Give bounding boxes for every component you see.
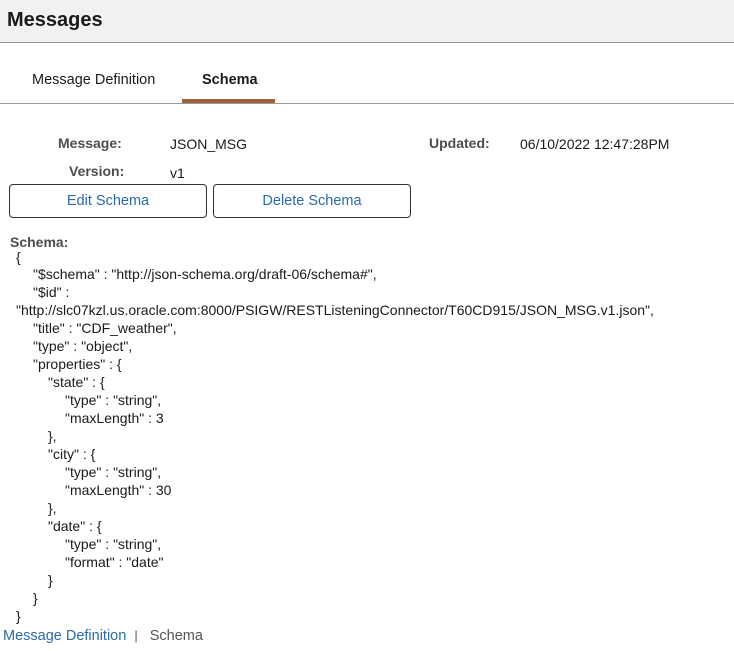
version-label: Version: xyxy=(69,163,125,179)
schema-line: "type" : "object", xyxy=(33,338,133,354)
schema-line: { xyxy=(16,249,21,265)
schema-line: "maxLength" : 3 xyxy=(65,410,164,426)
schema-line: "maxLength" : 30 xyxy=(65,482,172,498)
active-tab-indicator xyxy=(182,99,275,103)
schema-line: "$id" : xyxy=(33,284,70,300)
message-label: Message: xyxy=(58,135,122,151)
version-value: v1 xyxy=(170,165,185,181)
schema-line: "properties" : { xyxy=(33,356,122,372)
schema-line: } xyxy=(48,572,53,588)
schema-line: "http://slc07kzl.us.oracle.com:8000/PSIG… xyxy=(16,302,654,318)
tab-schema[interactable]: Schema xyxy=(202,72,258,88)
tab-message-definition[interactable]: Message Definition xyxy=(32,72,155,88)
delete-schema-button[interactable]: Delete Schema xyxy=(213,184,411,218)
footer-breadcrumb: Message Definition | Schema xyxy=(3,628,203,644)
schema-line: "city" : { xyxy=(48,446,96,462)
schema-line: "title" : "CDF_weather", xyxy=(33,320,177,336)
schema-line: }, xyxy=(48,428,57,444)
schema-line: "format" : "date" xyxy=(65,554,164,570)
schema-line: "$schema" : "http://json-schema.org/draf… xyxy=(33,266,377,282)
schema-line: } xyxy=(16,608,21,624)
footer-separator: | xyxy=(134,628,138,643)
tab-bar: Message Definition Schema xyxy=(0,44,734,104)
schema-line: "type" : "string", xyxy=(65,464,162,480)
page-title: Messages xyxy=(7,9,103,31)
updated-value: 06/10/2022 12:47:28PM xyxy=(520,136,670,152)
footer-link-message-definition[interactable]: Message Definition xyxy=(3,628,126,644)
schema-line: "type" : "string", xyxy=(65,536,162,552)
footer-current-schema: Schema xyxy=(149,628,203,644)
schema-line: "state" : { xyxy=(48,374,105,390)
schema-line: } xyxy=(33,590,38,606)
page-header: Messages xyxy=(0,0,734,43)
schema-line: }, xyxy=(48,500,57,516)
schema-line: "date" : { xyxy=(48,518,102,534)
edit-schema-button[interactable]: Edit Schema xyxy=(9,184,207,218)
schema-line: "type" : "string", xyxy=(65,392,162,408)
updated-label: Updated: xyxy=(429,135,490,151)
message-value: JSON_MSG xyxy=(170,136,248,152)
